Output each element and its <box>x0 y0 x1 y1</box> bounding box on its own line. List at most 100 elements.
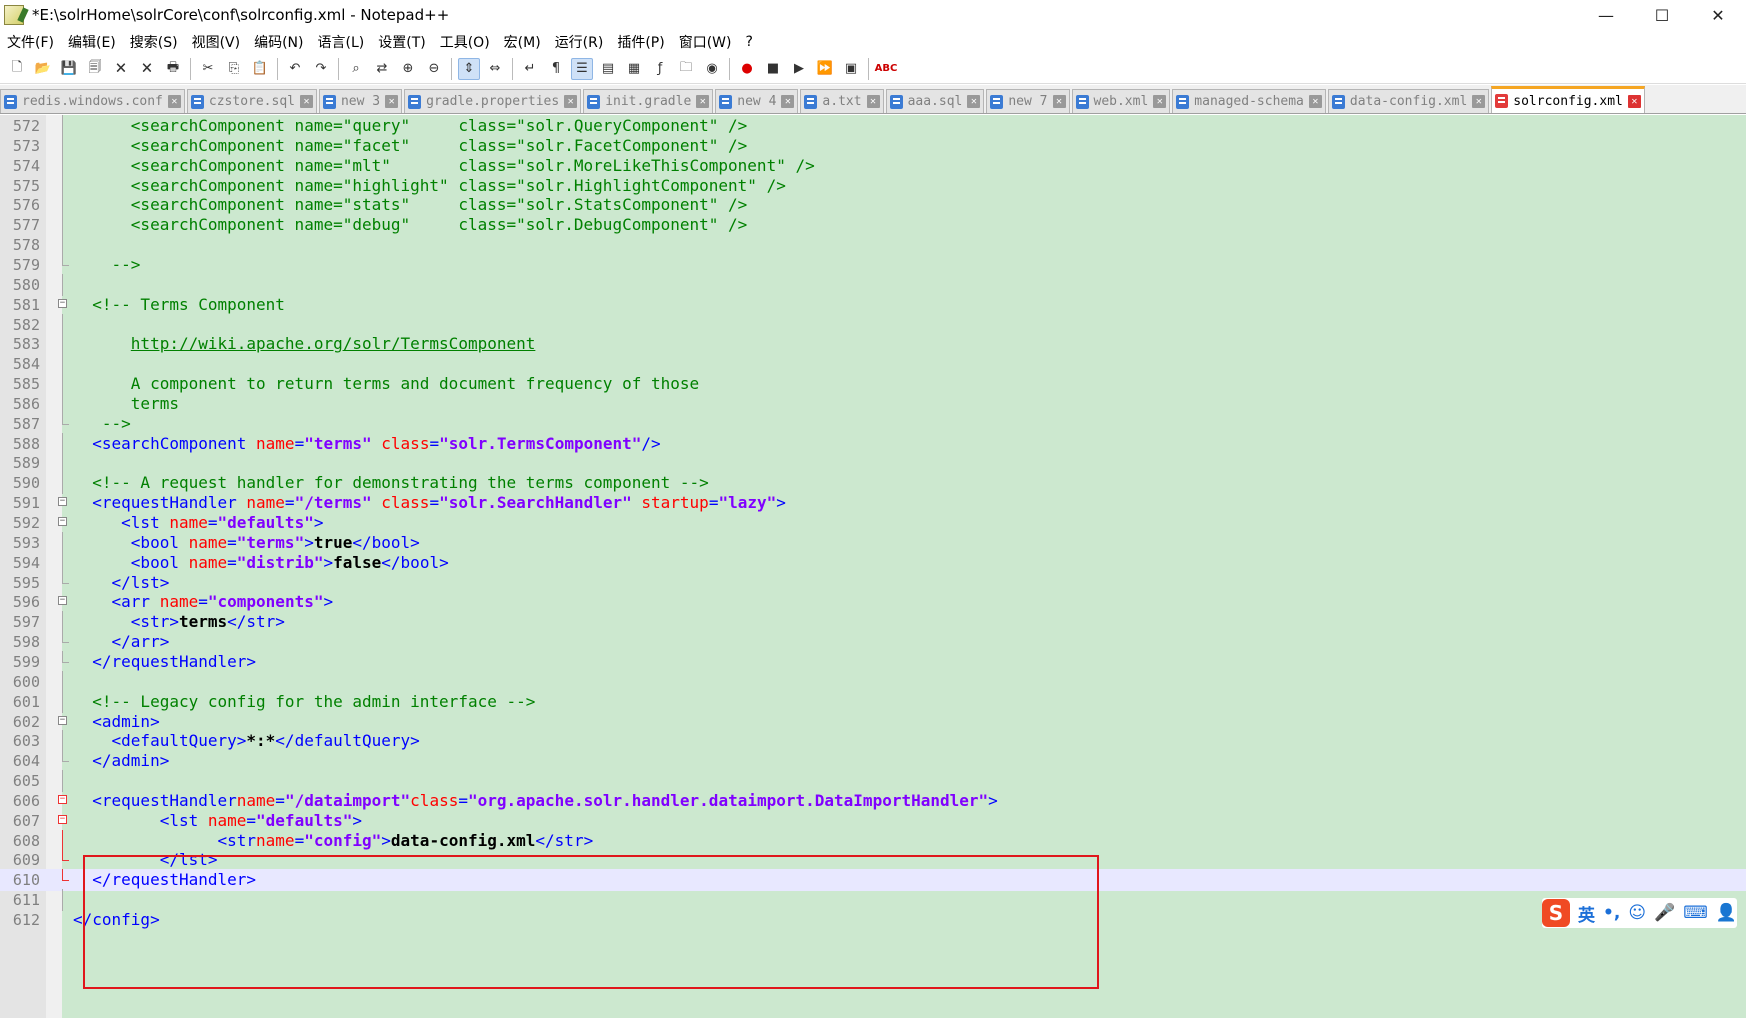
record-macro-icon[interactable]: ● <box>736 58 758 80</box>
code-line[interactable]: 611 <box>0 889 1746 912</box>
ime-punct-toggle[interactable]: •, <box>1603 903 1620 923</box>
ime-mic-icon[interactable]: 🎤 <box>1654 903 1675 923</box>
open-file-icon[interactable]: 📂 <box>32 58 54 80</box>
zoom-in-icon[interactable]: ⊕ <box>397 58 419 80</box>
show-all-chars-icon[interactable]: ¶ <box>545 58 567 80</box>
close-all-icon[interactable]: 🗙 <box>136 58 158 80</box>
menu-item[interactable]: 插件(P) <box>610 32 671 52</box>
tab-aaa-sql[interactable]: aaa.sql ✕ <box>885 89 985 113</box>
find-icon[interactable]: ⌕ <box>345 58 367 80</box>
code-editor[interactable]: 572 <searchComponent name="query" class=… <box>0 115 1746 1018</box>
menu-item[interactable]: ? <box>739 34 760 50</box>
code-line[interactable]: 612 </config> <box>0 909 1746 931</box>
cut-icon[interactable]: ✂ <box>197 58 219 80</box>
fold-toggle-icon[interactable]: − <box>58 497 67 507</box>
doc-map-icon[interactable]: ▦ <box>623 58 645 80</box>
code-line[interactable]: 593 <bool name="terms">true</bool> <box>0 531 1746 554</box>
code-line[interactable]: 582 <box>0 313 1746 336</box>
code-line[interactable]: 595 </lst> <box>0 571 1746 594</box>
fold-toggle-icon[interactable]: − <box>58 596 67 606</box>
code-line[interactable]: 589 <box>0 452 1746 475</box>
wrap-icon[interactable]: ↵ <box>519 58 541 80</box>
tab-close-icon[interactable]: ✕ <box>1472 95 1486 108</box>
code-line[interactable]: 596 − <arr name="components"> <box>0 591 1746 613</box>
tab-close-icon[interactable]: ✕ <box>696 95 710 108</box>
code-line[interactable]: 578 <box>0 234 1746 257</box>
run-macro-multi-icon[interactable]: ⏩ <box>814 58 836 80</box>
code-line[interactable]: 610 </requestHandler> <box>0 869 1746 892</box>
code-line[interactable]: 591− <requestHandler name="/terms" class… <box>0 492 1746 514</box>
fold-toggle-icon[interactable]: − <box>58 715 67 725</box>
save-all-icon[interactable]: 🗐 <box>84 58 106 80</box>
tab-close-icon[interactable]: ✕ <box>1153 95 1167 108</box>
copy-icon[interactable]: ⎘ <box>223 58 245 80</box>
code-line[interactable]: 581 − <!-- Terms Component <box>0 294 1746 316</box>
tab-init-gradle[interactable]: init.gradle ✕ <box>583 89 714 113</box>
code-line[interactable]: 584 <box>0 353 1746 376</box>
tab-close-icon[interactable]: ✕ <box>1052 95 1066 108</box>
fold-toggle-icon[interactable]: − <box>58 298 67 308</box>
close-icon[interactable]: 🗙 <box>110 58 132 80</box>
undo-icon[interactable]: ↶ <box>284 58 306 80</box>
menu-item[interactable]: 运行(R) <box>548 32 611 52</box>
monitor-icon[interactable]: ◉ <box>701 58 723 80</box>
folder-icon[interactable]: 🗀 <box>675 58 697 80</box>
play-macro-icon[interactable]: ▶ <box>788 58 810 80</box>
menu-item[interactable]: 宏(M) <box>497 32 548 52</box>
tab-close-icon[interactable]: ✕ <box>967 95 981 108</box>
tab-close-icon[interactable]: ✕ <box>866 95 880 108</box>
code-line[interactable]: 592 − <lst name="defaults"> <box>0 512 1746 534</box>
code-line[interactable]: 601 <!-- Legacy config for the admin int… <box>0 690 1746 713</box>
code-link[interactable]: http://wiki.apache.org/solr/TermsCompone… <box>131 334 536 353</box>
indent-guide-icon[interactable]: ☰ <box>571 57 593 80</box>
sync-h-icon[interactable]: ⇔ <box>484 58 506 80</box>
tab-managed-schema[interactable]: managed-schema ✕ <box>1172 89 1326 113</box>
code-line[interactable]: 573 <searchComponent name="facet" class=… <box>0 134 1746 157</box>
code-line[interactable]: 590 <!-- A request handler for demonstra… <box>0 472 1746 495</box>
minimize-button[interactable]: — <box>1578 0 1634 30</box>
stop-record-icon[interactable]: ■ <box>762 58 784 80</box>
menu-item[interactable]: 编码(N) <box>247 32 310 52</box>
paste-icon[interactable]: 📋 <box>249 58 271 80</box>
spellcheck-icon[interactable]: ABC <box>875 58 898 80</box>
sogou-ime-logo-icon[interactable]: S <box>1542 899 1570 927</box>
tab-close-icon[interactable]: ✕ <box>781 95 795 108</box>
code-line[interactable]: 608 <strname="config">data-config.xml</s… <box>0 829 1746 852</box>
menu-item[interactable]: 文件(F) <box>0 32 61 52</box>
code-line[interactable]: 574 <searchComponent name="mlt" class="s… <box>0 154 1746 177</box>
code-line[interactable]: 599 </requestHandler> <box>0 650 1746 673</box>
redo-icon[interactable]: ↷ <box>310 58 332 80</box>
tab-solrconfig-xml[interactable]: solrconfig.xml ✕ <box>1491 86 1645 113</box>
function-list-icon[interactable]: ƒ <box>649 58 671 80</box>
tab-close-icon[interactable]: ✕ <box>564 95 578 108</box>
new-file-icon[interactable]: 🗋 <box>6 58 28 80</box>
zoom-out-icon[interactable]: ⊖ <box>423 58 445 80</box>
fold-toggle-icon[interactable]: − <box>58 814 67 824</box>
tab-new-3[interactable]: new 3 ✕ <box>318 89 403 113</box>
code-line[interactable]: 579 --> <box>0 253 1746 276</box>
menu-item[interactable]: 搜索(S) <box>123 32 185 52</box>
code-line[interactable]: 602 − <admin> <box>0 711 1746 733</box>
tab-czstore-sql[interactable]: czstore.sql ✕ <box>186 89 317 113</box>
print-icon[interactable]: 🖶 <box>162 58 184 80</box>
tab-new-4[interactable]: new 4 ✕ <box>715 89 799 113</box>
ime-user-icon[interactable]: 👤 <box>1716 903 1737 923</box>
code-line[interactable]: 576 <searchComponent name="stats" class=… <box>0 194 1746 217</box>
code-line[interactable]: 603 <defaultQuery>*:*</defaultQuery> <box>0 730 1746 753</box>
menu-item[interactable]: 视图(V) <box>185 32 248 52</box>
tab-web-xml[interactable]: web.xml ✕ <box>1071 89 1171 113</box>
menu-item[interactable]: 窗口(W) <box>672 32 739 52</box>
tab-close-icon[interactable]: ✕ <box>167 95 181 108</box>
code-line[interactable]: 585 A component to return terms and docu… <box>0 373 1746 396</box>
sync-v-icon[interactable]: ⇕ <box>458 57 480 80</box>
save-icon[interactable]: 💾 <box>58 58 80 80</box>
lang-icon[interactable]: ▤ <box>597 58 619 80</box>
tab-data-config-xml[interactable]: data-config.xml ✕ <box>1327 89 1490 113</box>
code-line[interactable]: 600 <box>0 670 1746 693</box>
tab-close-icon[interactable]: ✕ <box>299 95 313 108</box>
code-line[interactable]: 604 </admin> <box>0 750 1746 772</box>
menu-item[interactable]: 语言(L) <box>311 32 372 52</box>
tab-close-icon[interactable]: ✕ <box>1627 94 1641 108</box>
replace-icon[interactable]: ⇄ <box>371 58 393 80</box>
code-line[interactable]: 598 </arr> <box>0 631 1746 653</box>
